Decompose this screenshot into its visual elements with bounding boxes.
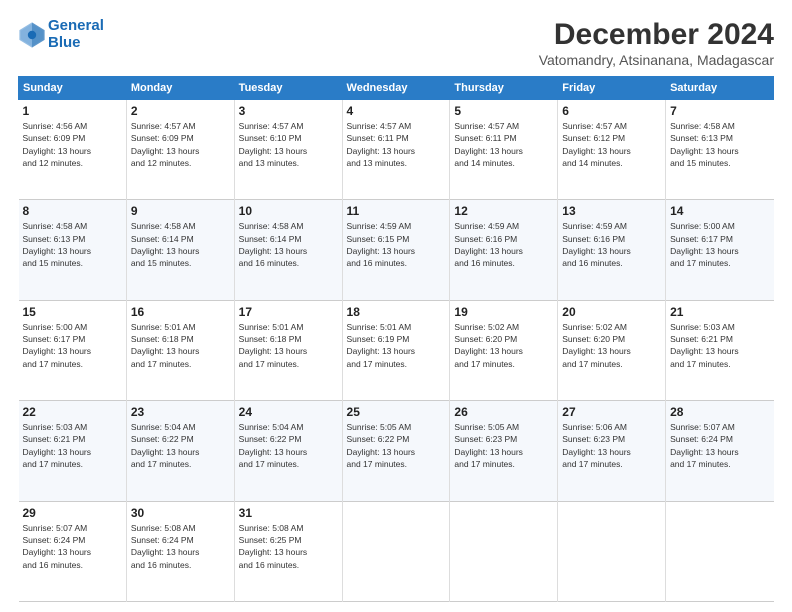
col-sunday: Sunday [19, 77, 127, 100]
table-row: 8Sunrise: 4:58 AMSunset: 6:13 PMDaylight… [19, 200, 127, 300]
calendar-table: Sunday Monday Tuesday Wednesday Thursday… [18, 76, 774, 602]
weekday-header-row: Sunday Monday Tuesday Wednesday Thursday… [19, 77, 774, 100]
table-row [558, 501, 666, 601]
table-row [342, 501, 450, 601]
calendar-week-1: 1Sunrise: 4:56 AMSunset: 6:09 PMDaylight… [19, 100, 774, 200]
col-monday: Monday [126, 77, 234, 100]
table-row [450, 501, 558, 601]
table-row: 26Sunrise: 5:05 AMSunset: 6:23 PMDayligh… [450, 401, 558, 501]
col-wednesday: Wednesday [342, 77, 450, 100]
table-row: 16Sunrise: 5:01 AMSunset: 6:18 PMDayligh… [126, 300, 234, 400]
table-row: 17Sunrise: 5:01 AMSunset: 6:18 PMDayligh… [234, 300, 342, 400]
table-row: 3Sunrise: 4:57 AMSunset: 6:10 PMDaylight… [234, 100, 342, 200]
table-row: 19Sunrise: 5:02 AMSunset: 6:20 PMDayligh… [450, 300, 558, 400]
table-row: 2Sunrise: 4:57 AMSunset: 6:09 PMDaylight… [126, 100, 234, 200]
table-row: 9Sunrise: 4:58 AMSunset: 6:14 PMDaylight… [126, 200, 234, 300]
table-row: 14Sunrise: 5:00 AMSunset: 6:17 PMDayligh… [666, 200, 774, 300]
table-row: 1Sunrise: 4:56 AMSunset: 6:09 PMDaylight… [19, 100, 127, 200]
table-row: 4Sunrise: 4:57 AMSunset: 6:11 PMDaylight… [342, 100, 450, 200]
table-row: 20Sunrise: 5:02 AMSunset: 6:20 PMDayligh… [558, 300, 666, 400]
header: General Blue December 2024 Vatomandry, A… [18, 18, 774, 68]
calendar-subtitle: Vatomandry, Atsinanana, Madagascar [539, 52, 774, 68]
table-row: 10Sunrise: 4:58 AMSunset: 6:14 PMDayligh… [234, 200, 342, 300]
table-row: 12Sunrise: 4:59 AMSunset: 6:16 PMDayligh… [450, 200, 558, 300]
table-row: 24Sunrise: 5:04 AMSunset: 6:22 PMDayligh… [234, 401, 342, 501]
col-saturday: Saturday [666, 77, 774, 100]
calendar-week-4: 22Sunrise: 5:03 AMSunset: 6:21 PMDayligh… [19, 401, 774, 501]
calendar-title: December 2024 [539, 18, 774, 52]
table-row: 25Sunrise: 5:05 AMSunset: 6:22 PMDayligh… [342, 401, 450, 501]
calendar-body: 1Sunrise: 4:56 AMSunset: 6:09 PMDaylight… [19, 100, 774, 602]
title-block: December 2024 Vatomandry, Atsinanana, Ma… [539, 18, 774, 68]
logo-icon [18, 21, 46, 49]
table-row: 18Sunrise: 5:01 AMSunset: 6:19 PMDayligh… [342, 300, 450, 400]
calendar-week-2: 8Sunrise: 4:58 AMSunset: 6:13 PMDaylight… [19, 200, 774, 300]
table-row: 23Sunrise: 5:04 AMSunset: 6:22 PMDayligh… [126, 401, 234, 501]
table-row: 7Sunrise: 4:58 AMSunset: 6:13 PMDaylight… [666, 100, 774, 200]
calendar-week-5: 29Sunrise: 5:07 AMSunset: 6:24 PMDayligh… [19, 501, 774, 601]
logo-text: General Blue [48, 18, 104, 51]
table-row: 30Sunrise: 5:08 AMSunset: 6:24 PMDayligh… [126, 501, 234, 601]
calendar-header: Sunday Monday Tuesday Wednesday Thursday… [19, 77, 774, 100]
table-row: 5Sunrise: 4:57 AMSunset: 6:11 PMDaylight… [450, 100, 558, 200]
col-tuesday: Tuesday [234, 77, 342, 100]
table-row: 22Sunrise: 5:03 AMSunset: 6:21 PMDayligh… [19, 401, 127, 501]
calendar-week-3: 15Sunrise: 5:00 AMSunset: 6:17 PMDayligh… [19, 300, 774, 400]
table-row: 21Sunrise: 5:03 AMSunset: 6:21 PMDayligh… [666, 300, 774, 400]
table-row: 29Sunrise: 5:07 AMSunset: 6:24 PMDayligh… [19, 501, 127, 601]
col-friday: Friday [558, 77, 666, 100]
table-row: 31Sunrise: 5:08 AMSunset: 6:25 PMDayligh… [234, 501, 342, 601]
page: General Blue December 2024 Vatomandry, A… [0, 0, 792, 612]
table-row: 13Sunrise: 4:59 AMSunset: 6:16 PMDayligh… [558, 200, 666, 300]
table-row: 28Sunrise: 5:07 AMSunset: 6:24 PMDayligh… [666, 401, 774, 501]
table-row: 27Sunrise: 5:06 AMSunset: 6:23 PMDayligh… [558, 401, 666, 501]
table-row: 15Sunrise: 5:00 AMSunset: 6:17 PMDayligh… [19, 300, 127, 400]
table-row: 6Sunrise: 4:57 AMSunset: 6:12 PMDaylight… [558, 100, 666, 200]
col-thursday: Thursday [450, 77, 558, 100]
logo: General Blue [18, 18, 104, 51]
table-row: 11Sunrise: 4:59 AMSunset: 6:15 PMDayligh… [342, 200, 450, 300]
table-row [666, 501, 774, 601]
